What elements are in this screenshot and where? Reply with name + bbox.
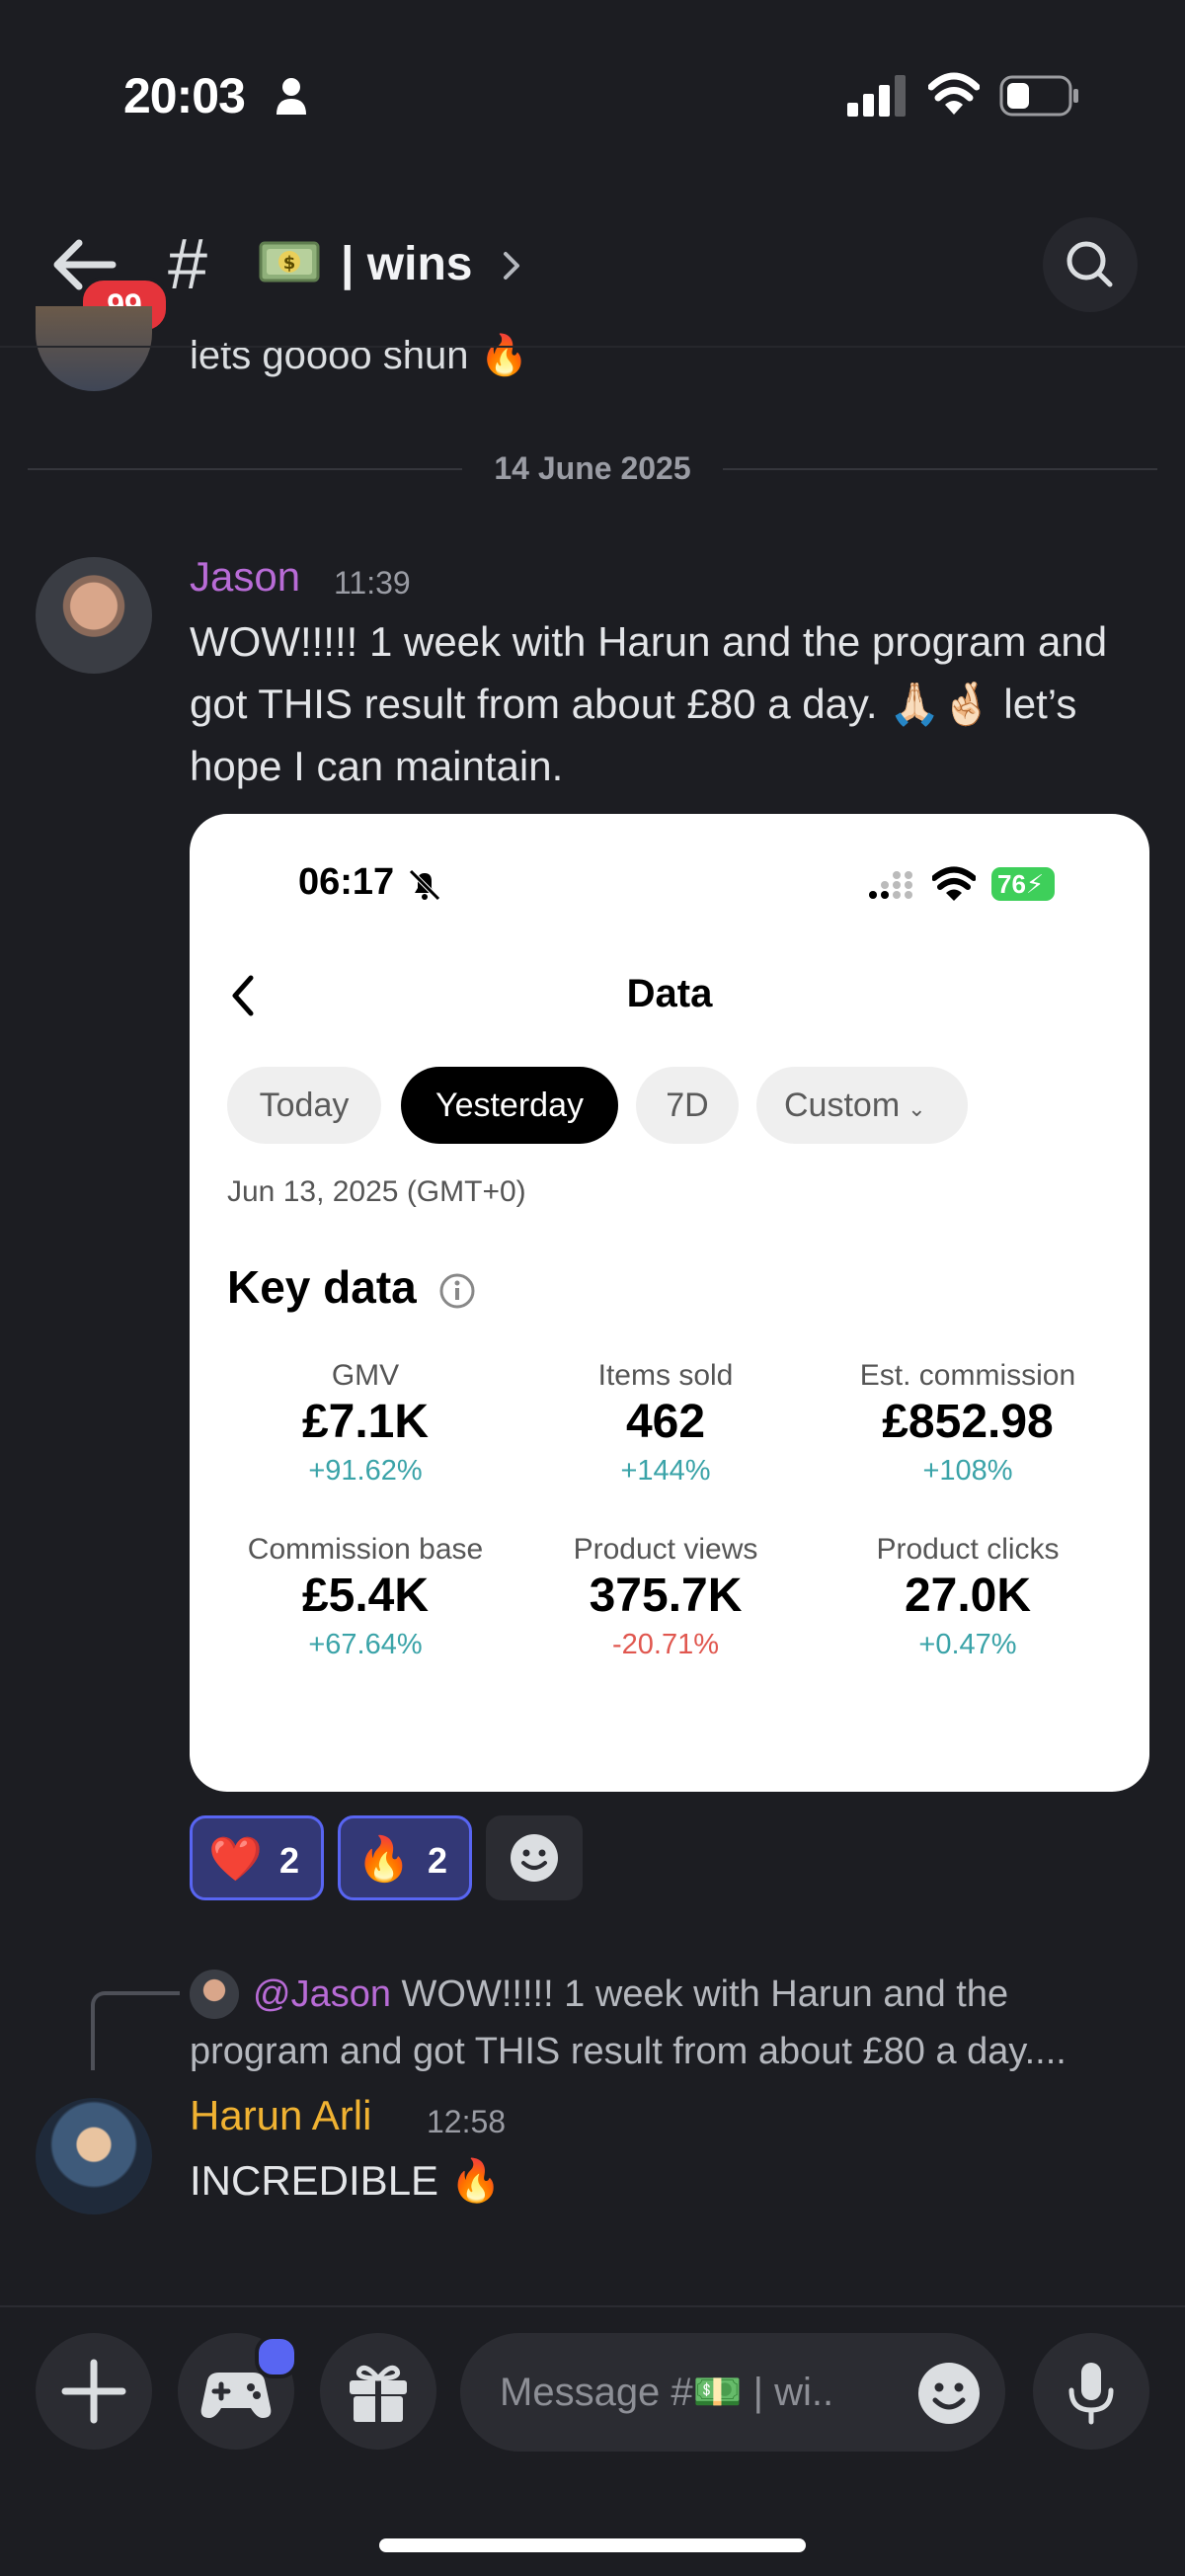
reply-mention[interactable]: @Jason xyxy=(253,1973,391,2015)
metric-est-commission: Est. commission £852.98 +108% xyxy=(810,1359,1126,1488)
search-button[interactable] xyxy=(1043,217,1138,312)
message-text: WOW!!!!! 1 week with Harun and the progr… xyxy=(190,618,1108,789)
metric-label: GMV xyxy=(331,1359,400,1392)
metric-value: £7.1K xyxy=(301,1396,430,1448)
signal-icon xyxy=(847,75,906,117)
message-timestamp: 12:58 xyxy=(427,2104,507,2139)
jason-avatar[interactable] xyxy=(36,557,152,674)
metric-items-sold: Items sold 462 +144% xyxy=(508,1359,824,1488)
tab-custom-label: Custom xyxy=(784,1087,901,1124)
chevron-right-icon[interactable] xyxy=(502,250,521,282)
smile-icon xyxy=(511,1834,558,1882)
message-text: INCREDIBLE 🔥 xyxy=(190,2157,503,2204)
add-reaction-button[interactable] xyxy=(486,1815,583,1900)
info-icon xyxy=(439,1273,475,1309)
metric-value: 375.7K xyxy=(589,1570,743,1622)
screenshot-battery: 76⚡ xyxy=(991,867,1055,901)
metric-value: £5.4K xyxy=(301,1570,430,1622)
reaction-heart[interactable]: ❤️ 2 xyxy=(190,1815,324,1900)
gift-button[interactable] xyxy=(320,2333,436,2450)
message-placeholder: Message #💵 | wi.. xyxy=(500,2371,834,2414)
date-divider-left xyxy=(28,468,462,470)
microphone-icon xyxy=(1068,2363,1114,2425)
gift-icon xyxy=(350,2365,407,2422)
message-author[interactable]: Harun Arli xyxy=(190,2092,371,2139)
emoji-button[interactable] xyxy=(916,2361,982,2426)
message-input[interactable]: Message #💵 | wi.. xyxy=(460,2333,1005,2452)
screenshot-title: Data xyxy=(626,972,713,1015)
notification-dot xyxy=(255,2335,298,2378)
key-data-title: Key data xyxy=(227,1261,417,1313)
reply-preview[interactable]: @Jason WOW!!!!! 1 week with Harun and th… xyxy=(190,1966,1138,2080)
screenshot-date: Jun 13, 2025 (GMT+0) xyxy=(227,1175,526,1208)
composer-divider xyxy=(0,2305,1185,2307)
previous-message-text: lets goooo shun 🔥 xyxy=(190,334,529,377)
tab-today: Today xyxy=(227,1067,381,1144)
metric-change: +67.64% xyxy=(308,1629,423,1660)
screenshot-wifi-icon xyxy=(932,866,976,901)
metric-change: +0.47% xyxy=(918,1629,1017,1660)
battery-icon xyxy=(999,75,1078,117)
tab-7d: 7D xyxy=(636,1067,739,1144)
metric-label: Est. commission xyxy=(859,1359,1076,1392)
metric-product-clicks: Product clicks 27.0K +0.47% xyxy=(810,1533,1126,1661)
metric-value: £852.98 xyxy=(882,1396,1054,1448)
tab-custom: Custom ⌄ xyxy=(756,1067,968,1144)
metric-product-views: Product views 375.7K -20.71% xyxy=(508,1533,824,1661)
voice-message-button[interactable] xyxy=(1033,2333,1149,2450)
status-time: 20:03 xyxy=(123,68,246,123)
metric-label: Items sold xyxy=(597,1359,734,1392)
attached-screenshot[interactable]: 06:17 76⚡ Data Today Yesterday 7D Custom… xyxy=(190,814,1149,1792)
bell-muted-icon xyxy=(409,869,440,901)
tab-yesterday: Yesterday xyxy=(401,1067,618,1144)
metric-change: +91.62% xyxy=(308,1455,423,1487)
search-icon xyxy=(1066,241,1113,287)
svg-text:$: $ xyxy=(283,253,296,274)
metric-change: +144% xyxy=(620,1455,711,1487)
metric-label: Commission base xyxy=(247,1533,484,1566)
message-author[interactable]: Jason xyxy=(190,553,300,601)
metric-label: Product clicks xyxy=(876,1533,1060,1566)
screenshot-battery-level: 76 xyxy=(997,869,1026,899)
date-divider-right xyxy=(723,468,1157,470)
reaction-fire[interactable]: 🔥 2 xyxy=(338,1815,472,1900)
person-icon xyxy=(276,78,306,115)
metric-commission-base: Commission base £5.4K +67.64% xyxy=(207,1533,523,1661)
header-divider xyxy=(0,346,1185,348)
channel-hash-icon: # xyxy=(168,225,208,304)
heart-emoji-icon: ❤️ xyxy=(208,1835,263,1884)
harun-avatar[interactable] xyxy=(36,2098,152,2214)
reaction-count: 2 xyxy=(428,1840,448,1881)
screenshot-time: 06:17 xyxy=(298,861,395,903)
chevron-down-icon: ⌄ xyxy=(908,1096,926,1121)
metric-change: -20.71% xyxy=(611,1629,719,1660)
channel-name[interactable]: | wins xyxy=(341,235,472,294)
home-indicator xyxy=(379,2538,806,2552)
fire-emoji-icon: 🔥 xyxy=(356,1835,411,1884)
metric-value: 27.0K xyxy=(904,1570,1032,1622)
message-timestamp: 11:39 xyxy=(334,565,411,601)
reply-connector xyxy=(91,1991,180,2070)
money-emoji-icon: $ xyxy=(259,241,320,282)
previous-avatar[interactable] xyxy=(36,306,152,391)
reaction-count: 2 xyxy=(279,1840,300,1881)
metric-label: Product views xyxy=(573,1533,758,1566)
wifi-icon xyxy=(928,72,980,115)
metric-value: 462 xyxy=(625,1396,706,1448)
date-divider-label: 14 June 2025 xyxy=(494,450,691,486)
add-attachment-button[interactable] xyxy=(36,2333,152,2450)
plus-icon xyxy=(61,2359,126,2424)
screenshot-signal-icon xyxy=(869,871,912,899)
metric-change: +108% xyxy=(922,1455,1013,1487)
emoji-smile-icon xyxy=(918,2363,980,2424)
metric-gmv: GMV £7.1K +91.62% xyxy=(207,1359,523,1488)
